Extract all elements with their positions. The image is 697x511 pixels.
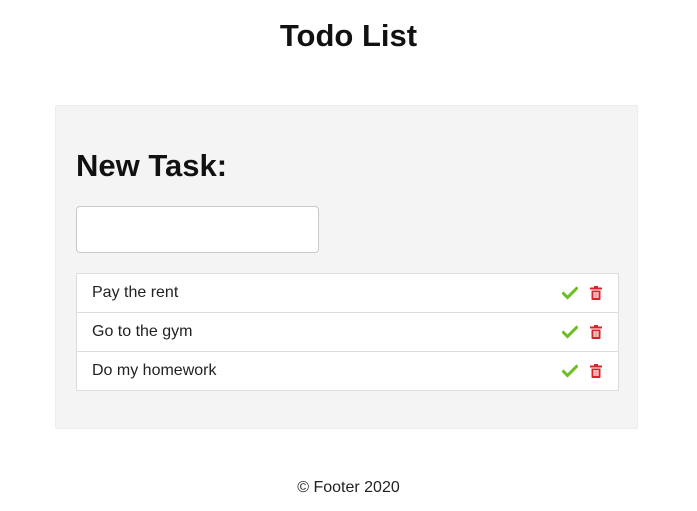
footer-text: © Footer 2020 [297,479,400,496]
trash-icon[interactable] [588,363,604,379]
task-list: Pay the rent Go to the gym Do my homewor… [76,273,619,391]
task-item: Do my homework [77,352,618,390]
task-item: Go to the gym [77,313,618,352]
task-actions [562,285,604,301]
task-text: Pay the rent [92,284,179,301]
task-text: Do my homework [92,362,217,379]
check-icon[interactable] [562,363,578,379]
task-actions [562,363,604,379]
check-icon[interactable] [562,285,578,301]
new-task-heading: New Task: [76,148,228,183]
new-task-input[interactable] [76,206,319,253]
page-title: Todo List [279,18,418,53]
task-actions [562,324,604,340]
task-item: Pay the rent [77,274,618,313]
trash-icon[interactable] [588,285,604,301]
check-icon[interactable] [562,324,578,340]
trash-icon[interactable] [588,324,604,340]
task-panel: New Task: Pay the rent Go to the gym Do … [55,105,638,429]
task-text: Go to the gym [92,323,193,340]
